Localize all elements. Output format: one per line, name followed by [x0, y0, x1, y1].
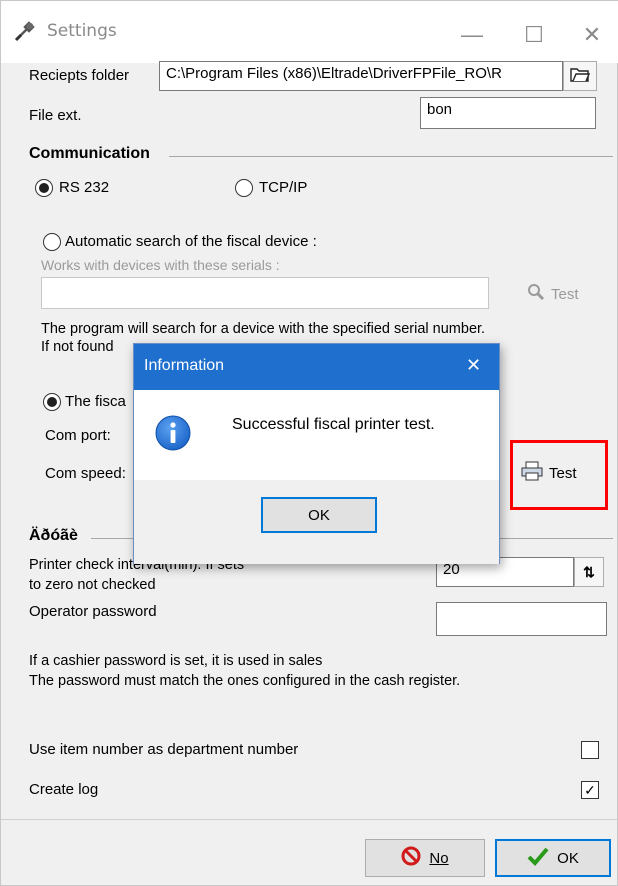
item-number-checkbox[interactable]: [581, 741, 599, 759]
dialog-close-icon[interactable]: ✕: [466, 355, 481, 376]
browse-folder-button[interactable]: [563, 61, 597, 91]
other-section-title: Äðóãè: [29, 527, 78, 544]
file-ext-input[interactable]: bon: [420, 97, 596, 129]
close-icon: ✕: [582, 22, 602, 47]
dialog-title: Information: [144, 357, 225, 374]
receipts-folder-label: Reciepts folder: [29, 67, 130, 84]
serials-hint: Works with devices with these serials :: [41, 257, 280, 273]
auto-search-radio[interactable]: [43, 233, 61, 251]
cashier-note-line1: If a cashier password is set, it is used…: [29, 653, 323, 669]
communication-divider: [169, 156, 613, 157]
ok-button-label: OK: [557, 849, 579, 867]
serial-test-button[interactable]: Test: [527, 283, 579, 306]
settings-gear-icon: [13, 19, 37, 48]
information-dialog: Information ✕ Successful fiscal printer …: [133, 343, 500, 564]
dialog-message: Successful fiscal printer test.: [232, 416, 435, 433]
serial-test-label: Test: [551, 286, 579, 303]
item-number-label: Use item number as department number: [29, 741, 299, 758]
info-icon: [154, 414, 192, 457]
ok-button[interactable]: OK: [495, 839, 611, 877]
com-port-label: Com port:: [45, 427, 111, 444]
magnifier-icon: [527, 283, 545, 306]
checkmark-icon: [527, 846, 549, 870]
rs232-radio[interactable]: [35, 179, 53, 197]
minimize-icon: —: [461, 22, 483, 47]
check-icon: ✓: [584, 782, 596, 798]
search-note-line2: If not found: [41, 339, 114, 355]
tcpip-label: TCP/IP: [259, 179, 308, 196]
rs232-label: RS 232: [59, 179, 110, 196]
window-title: Settings: [47, 21, 117, 41]
create-log-label: Create log: [29, 781, 99, 798]
folder-open-icon: [570, 65, 591, 87]
com-speed-label: Com speed:: [45, 465, 126, 482]
printer-test-label: Test: [549, 465, 577, 482]
communication-section-title: Communication: [29, 145, 150, 162]
auto-search-label: Automatic search of the fiscal device :: [65, 233, 317, 250]
dialog-body: Successful fiscal printer test.: [134, 390, 499, 480]
serials-input[interactable]: [41, 277, 489, 309]
dialog-ok-label: OK: [308, 506, 330, 524]
dialog-ok-button[interactable]: OK: [261, 497, 377, 533]
receipts-folder-input[interactable]: C:\Program Files (x86)\Eltrade\DriverFPF…: [159, 61, 563, 91]
no-button[interactable]: No: [365, 839, 485, 877]
file-ext-label: File ext.: [29, 107, 82, 124]
no-entry-icon: [401, 846, 421, 870]
search-note-line1: The program will search for a device wit…: [41, 321, 486, 337]
dialog-footer: OK: [134, 480, 499, 564]
footer-divider: [1, 819, 618, 820]
check-interval-spinner[interactable]: ⇅: [574, 557, 604, 587]
dialog-title-bar[interactable]: Information ✕: [134, 344, 499, 390]
spinner-icon: ⇅: [583, 563, 595, 580]
title-bar[interactable]: Settings — ☐ ✕: [1, 1, 618, 63]
fixed-port-label: The fisca: [65, 393, 126, 410]
maximize-icon: ☐: [524, 22, 544, 47]
check-interval-label-line2: to zero not checked: [29, 577, 156, 593]
operator-password-label: Operator password: [29, 603, 157, 620]
printer-icon: [521, 461, 543, 486]
close-button[interactable]: ✕: [569, 15, 615, 55]
no-button-label: No: [429, 849, 449, 867]
printer-test-button[interactable]: Test: [521, 461, 577, 486]
maximize-button[interactable]: ☐: [511, 15, 557, 55]
minimize-button[interactable]: —: [449, 15, 495, 55]
fixed-port-radio[interactable]: [43, 393, 61, 411]
create-log-checkbox[interactable]: ✓: [581, 781, 599, 799]
operator-password-input[interactable]: [436, 602, 607, 636]
cashier-note-line2: The password must match the ones configu…: [29, 673, 461, 689]
tcpip-radio[interactable]: [235, 179, 253, 197]
